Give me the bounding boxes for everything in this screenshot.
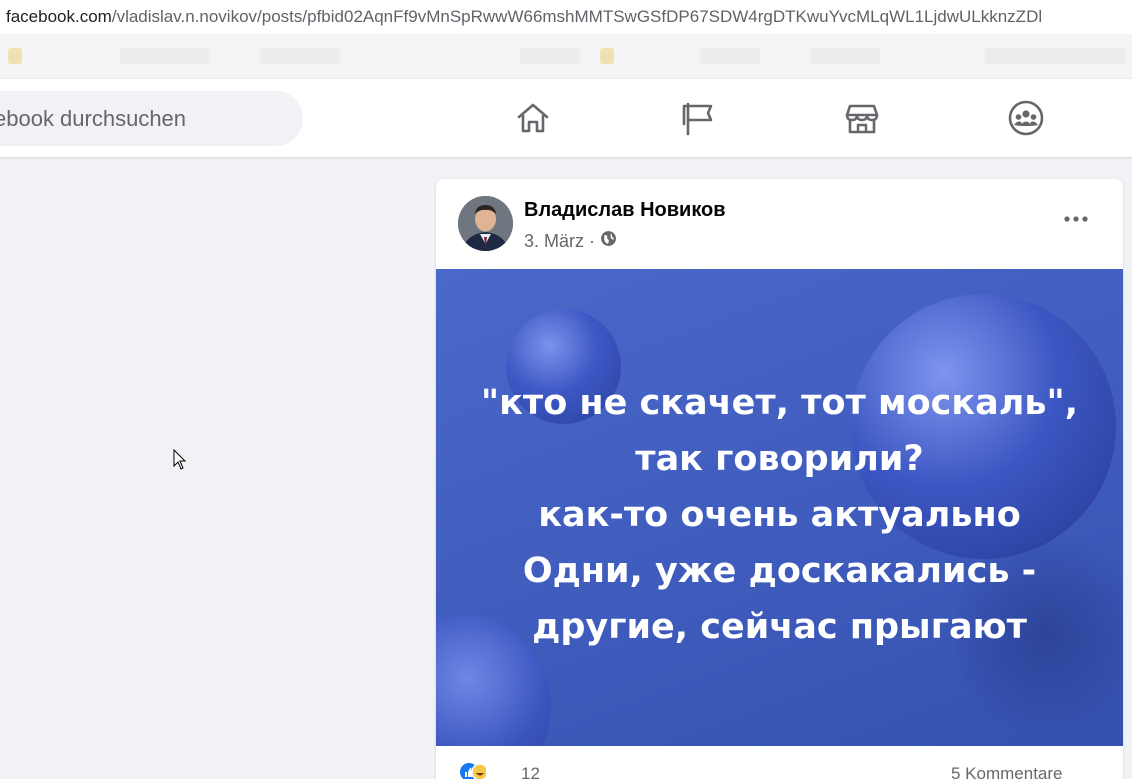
- like-icon: [460, 763, 486, 779]
- bookmark-item[interactable]: [985, 48, 1125, 64]
- url-host: facebook.com: [6, 7, 112, 26]
- top-navbar: ebook durchsuchen: [0, 79, 1132, 157]
- mouse-cursor-icon: [173, 448, 187, 476]
- url-path: /vladislav.n.novikov/posts/pfbid02AqnFf9…: [111, 7, 1043, 26]
- reactions-bar: 12 5 Kommentare: [436, 746, 1123, 779]
- reaction-icons[interactable]: [460, 763, 486, 779]
- search-placeholder: ebook durchsuchen: [0, 105, 187, 131]
- meta-separator: ·: [589, 230, 596, 251]
- home-icon[interactable]: [513, 98, 553, 138]
- search-input[interactable]: ebook durchsuchen: [0, 91, 303, 146]
- avatar[interactable]: [458, 196, 513, 251]
- post-meta: 3. März ·: [524, 230, 617, 252]
- caption-line: другие, сейчас прыгают: [532, 607, 1027, 647]
- post-author[interactable]: Владислав Новиков: [524, 199, 726, 222]
- image-caption: "кто не скачет, тот москаль", так говори…: [436, 375, 1123, 655]
- caption-line: так говорили?: [635, 439, 924, 479]
- bookmark-item[interactable]: [810, 48, 880, 64]
- bookmark-item[interactable]: [120, 48, 210, 64]
- caption-line: "кто не скачет, тот москаль",: [480, 383, 1079, 423]
- post-image[interactable]: "кто не скачет, тот москаль", так говори…: [436, 269, 1123, 746]
- bookmark-item[interactable]: [700, 48, 760, 64]
- caption-line: как-то очень актуально: [538, 495, 1021, 535]
- bookmark-item[interactable]: [520, 48, 580, 64]
- post-date[interactable]: 3. März: [524, 231, 584, 252]
- groups-icon[interactable]: [1006, 98, 1046, 138]
- pages-flag-icon[interactable]: [678, 98, 718, 138]
- globe-icon: [600, 230, 617, 252]
- caption-line: Одни, уже доскакались -: [522, 551, 1037, 591]
- marketplace-icon[interactable]: [842, 98, 882, 138]
- post-card: Владислав Новиков 3. März · "кто не скач…: [436, 179, 1123, 779]
- bookmarks-bar: [0, 34, 1132, 79]
- more-options-icon[interactable]: [1056, 204, 1096, 234]
- bookmark-item[interactable]: [260, 48, 340, 64]
- bookmark-icon: [8, 48, 22, 64]
- address-bar[interactable]: facebook.com/vladislav.n.novikov/posts/p…: [0, 0, 1132, 34]
- bookmark-icon: [600, 48, 614, 64]
